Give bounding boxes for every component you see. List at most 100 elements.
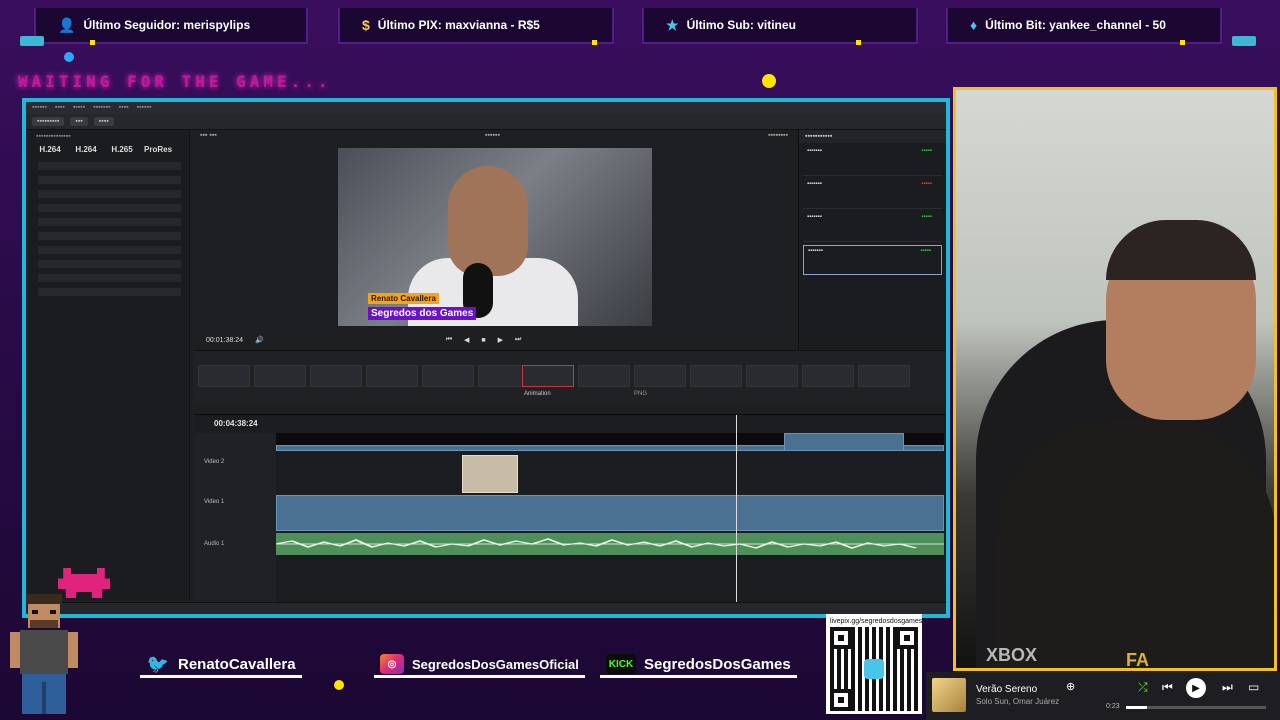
clip-thumbnail[interactable]	[366, 365, 418, 387]
codec-preset-0[interactable]: H.264	[36, 145, 64, 154]
qr-logo	[864, 659, 884, 679]
alert-text: Último Bit: yankee_channel - 50	[985, 18, 1166, 32]
play-reverse-icon[interactable]: ◀	[464, 336, 469, 344]
render-settings-panel: ▪▪▪▪▪▪▪▪▪▪▪▪▪▪ H.264 H.264 H.265 ProRes	[30, 130, 190, 600]
waiting-status: WAITING FOR THE GAME...	[18, 72, 332, 91]
play-icon[interactable]: ▶	[498, 336, 503, 344]
setting-row	[38, 288, 181, 296]
setting-row	[38, 274, 181, 282]
preview-viewer: Renato Cavallera Segredos dos Games	[338, 148, 652, 326]
editor-menubar: ▪▪▪▪▪▪ ▪▪▪▪ ▪▪▪▪▪ ▪▪▪▪▪▪▪ ▪▪▪▪ ▪▪▪▪▪▪	[26, 102, 946, 114]
setting-row	[38, 190, 181, 198]
codec-preset-3[interactable]: ProRes	[144, 145, 172, 154]
track-label-audio-1: Audio 1	[204, 541, 225, 547]
setting-row	[38, 204, 181, 212]
social-twitter: 🐦 RenatoCavallera	[140, 650, 302, 678]
previous-track-icon[interactable]: ⏮	[1162, 680, 1173, 695]
clip-thumbnail[interactable]	[802, 365, 854, 387]
album-cover	[932, 678, 966, 712]
decor-orb	[762, 74, 776, 88]
clip-thumbnail-selected[interactable]	[522, 365, 574, 387]
twitter-icon: 🐦	[146, 653, 170, 674]
add-to-library-icon[interactable]: ⊕	[1066, 680, 1075, 693]
setting-row	[38, 246, 181, 254]
play-button[interactable]: ▶	[1186, 678, 1206, 698]
pixel-character-icon	[10, 594, 78, 714]
render-job-selected[interactable]: ▪▪▪▪▪▪▪ ▪▪▪▪▪	[803, 245, 942, 275]
render-settings-tab[interactable]: ▪▪▪▪▪▪▪▪▪	[32, 117, 65, 126]
render-job[interactable]: ▪▪▪▪▪▪▪ ▪▪▪▪▪	[803, 146, 942, 176]
stop-icon[interactable]: ■	[481, 337, 485, 344]
webcam-person	[1106, 220, 1256, 280]
alert-last-pix: $ Último PIX: maxvianna - R$5	[338, 8, 614, 44]
music-player: Verão Sereno Solo Sun, Omar Juárez ⊕ ⤮ ⏮…	[926, 672, 1280, 720]
song-title: Verão Sereno	[976, 684, 1038, 695]
panel-title: ▪▪▪▪▪▪▪▪▪▪▪▪▪▪	[36, 133, 71, 140]
shirt-logo-text: FA	[1126, 650, 1150, 670]
clip-thumbnail[interactable]	[746, 365, 798, 387]
playhead[interactable]	[736, 415, 737, 605]
social-handle: SegredosDosGamesOficial	[412, 656, 579, 672]
skip-back-icon[interactable]: ⏮	[446, 336, 452, 344]
track-label-video-1: Video 1	[204, 499, 225, 505]
setting-row	[38, 162, 181, 170]
shuffle-icon[interactable]: ⤮	[1138, 680, 1148, 695]
preview-subject	[448, 166, 528, 276]
audio-1-track[interactable]	[276, 533, 944, 555]
codec-preset-1[interactable]: H.264	[72, 145, 100, 154]
setting-row	[38, 176, 181, 184]
alert-text: Último Sub: vitineu	[686, 18, 796, 32]
render-job[interactable]: ▪▪▪▪▪▪▪ ▪▪▪▪▪	[803, 212, 942, 242]
clip-thumbnail[interactable]	[690, 365, 742, 387]
clip-thumbnail[interactable]	[578, 365, 630, 387]
render-job[interactable]: ▪▪▪▪▪▪▪ ▪▪▪▪▪	[803, 179, 942, 209]
shirt-logo-text: XBOX	[986, 645, 1038, 665]
clip-thumbnail[interactable]	[858, 365, 910, 387]
decor-dot	[856, 40, 861, 45]
audio-waveform	[276, 538, 944, 549]
volume-icon[interactable]: 🔊	[255, 336, 264, 344]
decor-orb	[64, 52, 74, 62]
codec-preset-2[interactable]: H.265	[108, 145, 136, 154]
page-tabs-bar	[26, 602, 946, 614]
playback-time: 0:23	[1106, 703, 1120, 710]
render-queue-title: ▪▪▪▪▪▪▪▪▪▪▪	[799, 130, 946, 143]
timeline-clip-video-2[interactable]	[462, 455, 518, 493]
alert-text: Último PIX: maxvianna - R$5	[377, 18, 540, 32]
transport-bar: 00:01:38:24 🔊 ⏮ ◀ ■ ▶ ⏭	[194, 334, 794, 346]
alert-text: Último Seguidor: merispylips	[83, 18, 251, 32]
decor-dot	[1180, 40, 1185, 45]
timeline-timecode: 00:04:38:24	[214, 419, 258, 428]
playback-progress[interactable]	[1126, 706, 1266, 709]
clip-label: Animation	[524, 391, 551, 397]
clip-label: PNG	[634, 391, 648, 397]
kick-icon: KICK	[606, 654, 636, 674]
toolbar-tab[interactable]: ▪▪▪	[70, 117, 88, 126]
qr-url: livepix.gg/segredosdosgames	[830, 618, 923, 625]
clip-thumbnail[interactable]	[198, 365, 250, 387]
decor-dot	[334, 680, 344, 690]
viewer-header: ▪▪▪ ▪▪▪ ▪▪▪▪▪▪ ▪▪▪▪▪▪▪▪	[200, 132, 788, 139]
diamond-icon: ♦	[970, 17, 978, 33]
toolbar-tab[interactable]: ▪▪▪▪	[93, 117, 114, 126]
instagram-icon: ◎	[380, 654, 404, 674]
setting-row	[38, 232, 181, 240]
timeline: 00:04:38:24 Video 2 Video 1 Audio 1	[194, 414, 946, 605]
lower-third-overlay: Renato Cavallera Segredos dos Games	[368, 288, 477, 320]
clip-thumbnail[interactable]	[254, 365, 306, 387]
clip-thumbnail[interactable]	[310, 365, 362, 387]
setting-row	[38, 218, 181, 226]
decor-bar	[1232, 36, 1256, 46]
clip-thumbnail[interactable]	[634, 365, 686, 387]
skip-forward-icon[interactable]: ⏭	[515, 336, 521, 344]
clip-thumbnail[interactable]	[422, 365, 474, 387]
webcam-person	[996, 420, 1274, 668]
track-headers: Video 2 Video 1 Audio 1	[194, 433, 276, 603]
device-icon[interactable]: ▭	[1248, 680, 1259, 694]
timeline-clip[interactable]	[784, 433, 904, 451]
social-instagram: ◎ SegredosDosGamesOficial	[374, 650, 585, 678]
next-track-icon[interactable]: ⏭	[1222, 680, 1233, 695]
livepix-qr-code[interactable]: livepix.gg/segredosdosgames	[826, 614, 922, 714]
track-label-video-2: Video 2	[204, 459, 225, 465]
video-1-track[interactable]	[276, 495, 944, 531]
